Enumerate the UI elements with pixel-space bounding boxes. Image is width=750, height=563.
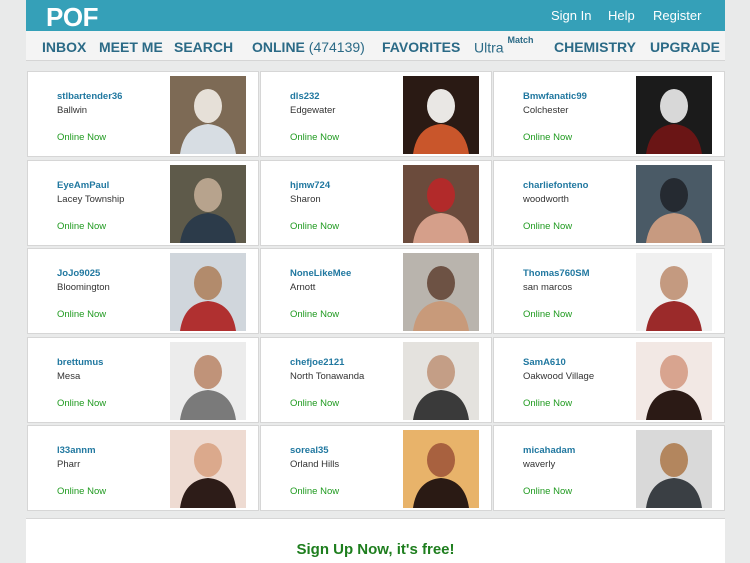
- nav-chemistry[interactable]: CHEMISTRY: [554, 39, 636, 55]
- profile-card[interactable]: soreal35 Orland Hills Online Now: [260, 425, 492, 511]
- profile-card[interactable]: Thomas760SM san marcos Online Now: [493, 248, 725, 334]
- online-status: Online Now: [290, 221, 340, 232]
- nav-favorites[interactable]: FAVORITES: [382, 39, 460, 55]
- nav-online[interactable]: ONLINE (474139): [252, 39, 365, 55]
- profile-city: Oakwood Village: [523, 371, 595, 382]
- profile-username[interactable]: NoneLikeMee: [290, 268, 351, 279]
- profile-card[interactable]: Bmwfanatic99 Colchester Online Now: [493, 71, 725, 157]
- online-status: Online Now: [523, 486, 573, 497]
- profile-photo[interactable]: [403, 430, 479, 508]
- profile-city: Mesa: [57, 371, 81, 382]
- profile-card[interactable]: stlbartender36 Ballwin Online Now: [27, 71, 259, 157]
- online-status: Online Now: [290, 398, 340, 409]
- online-status: Online Now: [290, 486, 340, 497]
- profile-username[interactable]: l33annm: [57, 445, 96, 456]
- nav-inbox[interactable]: INBOX: [42, 39, 86, 55]
- online-status: Online Now: [57, 221, 107, 232]
- nav-search[interactable]: SEARCH: [174, 39, 233, 55]
- online-status: Online Now: [523, 309, 573, 320]
- profile-card[interactable]: l33annm Pharr Online Now: [27, 425, 259, 511]
- match-label: Match: [507, 35, 534, 45]
- profile-card[interactable]: JoJo9025 Bloomington Online Now: [27, 248, 259, 334]
- profile-photo[interactable]: [636, 430, 712, 508]
- profile-photo[interactable]: [403, 165, 479, 243]
- register-link[interactable]: Register: [653, 8, 701, 23]
- online-status: Online Now: [290, 309, 340, 320]
- signup-banner: Sign Up Now, it's free!: [26, 518, 725, 563]
- profile-photo[interactable]: [170, 76, 246, 154]
- profile-card[interactable]: NoneLikeMee Arnott Online Now: [260, 248, 492, 334]
- profile-card[interactable]: brettumus Mesa Online Now: [27, 337, 259, 423]
- pof-logo[interactable]: POF: [46, 2, 98, 33]
- profile-photo[interactable]: [170, 342, 246, 420]
- nav-meet-me[interactable]: MEET ME: [99, 39, 163, 55]
- profile-city: Colchester: [523, 105, 569, 116]
- profile-city: Arnott: [290, 282, 316, 293]
- profile-username[interactable]: stlbartender36: [57, 91, 122, 102]
- nav-upgrade[interactable]: UPGRADE: [650, 39, 720, 55]
- profile-city: waverly: [523, 459, 556, 470]
- profile-city: North Tonawanda: [290, 371, 365, 382]
- profile-city: Edgewater: [290, 105, 336, 116]
- profile-username[interactable]: brettumus: [57, 357, 103, 368]
- profile-photo[interactable]: [170, 165, 246, 243]
- online-status: Online Now: [57, 398, 107, 409]
- online-count: (474139): [308, 39, 365, 55]
- profile-card[interactable]: charliefonteno woodworth Online Now: [493, 160, 725, 246]
- profile-photo[interactable]: [636, 342, 712, 420]
- online-status: Online Now: [290, 132, 340, 143]
- profile-photo[interactable]: [170, 430, 246, 508]
- profile-card[interactable]: hjmw724 Sharon Online Now: [260, 160, 492, 246]
- profile-username[interactable]: JoJo9025: [57, 268, 100, 279]
- profile-username[interactable]: soreal35: [290, 445, 329, 456]
- profile-photo[interactable]: [636, 76, 712, 154]
- profile-city: Bloomington: [57, 282, 110, 293]
- online-status: Online Now: [523, 398, 573, 409]
- profile-card[interactable]: chefjoe2121 North Tonawanda Online Now: [260, 337, 492, 423]
- profile-city: woodworth: [523, 194, 569, 205]
- profile-city: Lacey Township: [57, 194, 125, 205]
- profile-city: san marcos: [523, 282, 573, 293]
- profile-photo[interactable]: [636, 165, 712, 243]
- profile-photo[interactable]: [170, 253, 246, 331]
- profile-card[interactable]: dls232 Edgewater Online Now: [260, 71, 492, 157]
- profile-card[interactable]: SamA610 Oakwood Village Online Now: [493, 337, 725, 423]
- profile-city: Pharr: [57, 459, 81, 470]
- online-status: Online Now: [57, 486, 107, 497]
- main-nav: INBOX MEET ME SEARCH ONLINE (474139) FAV…: [26, 31, 725, 61]
- signup-link[interactable]: Sign Up Now, it's free!: [26, 541, 725, 558]
- profile-city: Ballwin: [57, 105, 88, 116]
- nav-online-label: ONLINE: [252, 39, 305, 55]
- profile-photo[interactable]: [636, 253, 712, 331]
- profile-city: Orland Hills: [290, 459, 340, 470]
- profile-username[interactable]: SamA610: [523, 357, 566, 368]
- ultra-label: Ultra: [474, 39, 504, 56]
- profile-photo[interactable]: [403, 342, 479, 420]
- profile-card[interactable]: EyeAmPaul Lacey Township Online Now: [27, 160, 259, 246]
- profile-photo[interactable]: [403, 253, 479, 331]
- online-status: Online Now: [523, 132, 573, 143]
- online-status: Online Now: [57, 132, 107, 143]
- profile-username[interactable]: chefjoe2121: [290, 357, 344, 368]
- profile-photo[interactable]: [403, 76, 479, 154]
- online-status: Online Now: [57, 309, 107, 320]
- profile-username[interactable]: micahadam: [523, 445, 575, 456]
- profile-username[interactable]: hjmw724: [290, 180, 330, 191]
- profile-card[interactable]: micahadam waverly Online Now: [493, 425, 725, 511]
- profile-username[interactable]: Thomas760SM: [523, 268, 590, 279]
- profile-username[interactable]: charliefonteno: [523, 180, 588, 191]
- top-bar: POF Sign In Help Register: [26, 0, 725, 33]
- sign-in-link[interactable]: Sign In: [551, 8, 591, 23]
- profile-username[interactable]: Bmwfanatic99: [523, 91, 587, 102]
- profile-username[interactable]: dls232: [290, 91, 320, 102]
- profile-city: Sharon: [290, 194, 321, 205]
- profile-username[interactable]: EyeAmPaul: [57, 180, 109, 191]
- nav-ultra-match[interactable]: Ultra Match: [474, 35, 533, 56]
- help-link[interactable]: Help: [608, 8, 635, 23]
- online-status: Online Now: [523, 221, 573, 232]
